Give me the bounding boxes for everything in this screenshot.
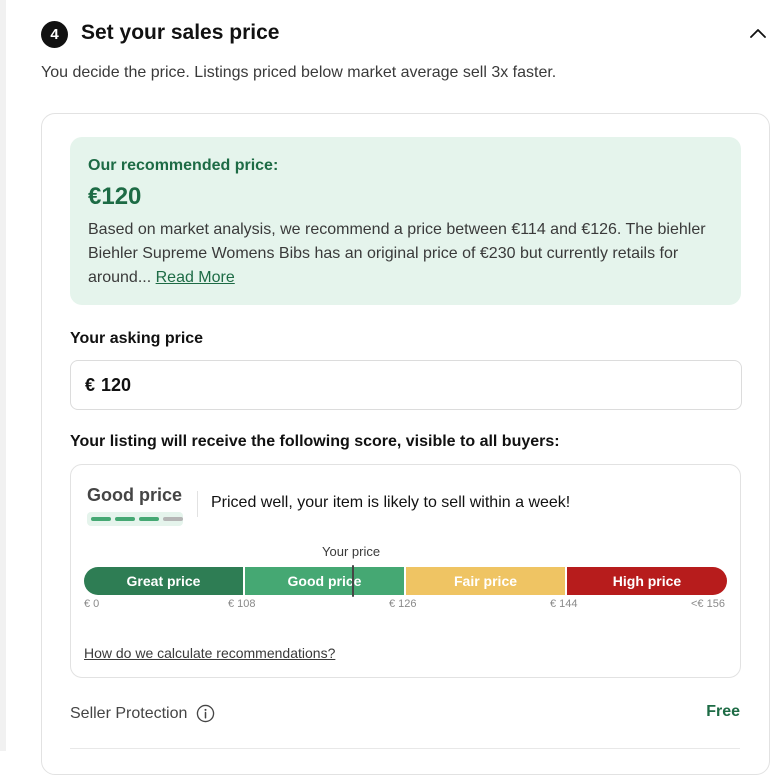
step-number-badge: 4 (41, 21, 68, 48)
segment-fair-price: Fair price (406, 567, 565, 595)
rating-divider (197, 491, 198, 517)
rating-indicator (87, 512, 183, 526)
rating-block: Good price (87, 485, 187, 526)
rating-bar (91, 517, 111, 521)
rating-bar (163, 517, 183, 521)
recommendation-text: Based on market analysis, we recommend a… (88, 218, 724, 290)
info-icon[interactable] (196, 704, 215, 723)
currency-symbol: € (85, 374, 96, 395)
recommended-price: €120 (88, 183, 142, 210)
recommendation-heading: Our recommended price: (88, 157, 279, 174)
step-title: Set your sales price (81, 21, 280, 44)
your-price-label: Your price (322, 544, 381, 559)
read-more-link[interactable]: Read More (156, 269, 235, 286)
seller-protection-row: Seller Protection Free (70, 703, 740, 727)
chevron-up-icon[interactable] (746, 22, 770, 46)
asking-price-input[interactable] (101, 374, 702, 396)
calculation-info-link[interactable]: How do we calculate recommendations? (84, 645, 335, 661)
price-card: Our recommended price: €120 Based on mar… (41, 113, 770, 775)
rating-bar (139, 517, 159, 521)
segment-great-price: Great price (84, 567, 243, 595)
tick-label: € 0 (84, 598, 100, 610)
price-scale: Great price Good price Fair price High p… (84, 565, 727, 597)
tick-label: € 144 (550, 598, 578, 610)
your-price-marker (352, 565, 354, 597)
tick-label: <€ 156 (691, 598, 725, 610)
step-header: 4 Set your sales price (41, 20, 770, 50)
seller-protection-price: Free (706, 703, 740, 720)
step-subtitle: You decide the price. Listings priced be… (41, 64, 557, 81)
tick-label: € 126 (389, 598, 417, 610)
segment-high-price: High price (567, 567, 727, 595)
score-label: Your listing will receive the following … (70, 433, 560, 450)
left-rail (0, 0, 6, 751)
rating-title: Good price (87, 485, 183, 505)
tick-label: € 108 (228, 598, 256, 610)
score-card: Good price Priced well, your item is lik… (70, 464, 741, 678)
recommendation-box: Our recommended price: €120 Based on mar… (70, 137, 741, 305)
rating-bar (115, 517, 135, 521)
divider (70, 748, 740, 749)
segment-good-price: Good price (245, 567, 404, 595)
asking-price-label: Your asking price (70, 330, 204, 347)
seller-protection-label: Seller Protection (70, 705, 188, 722)
asking-price-field[interactable]: € (70, 360, 742, 410)
rating-description: Priced well, your item is likely to sell… (211, 494, 571, 511)
